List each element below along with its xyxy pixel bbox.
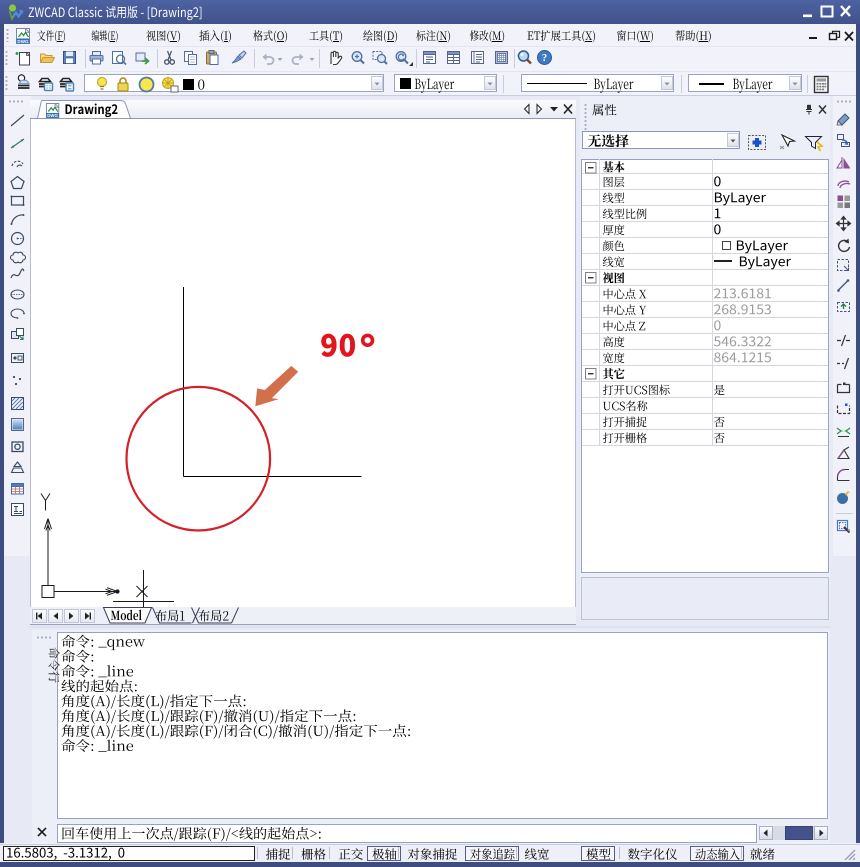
- svg-text:DWG: DWG: [17, 39, 29, 44]
- svg-text:?: ?: [542, 53, 547, 64]
- svg-text:DWG: DWG: [47, 113, 58, 118]
